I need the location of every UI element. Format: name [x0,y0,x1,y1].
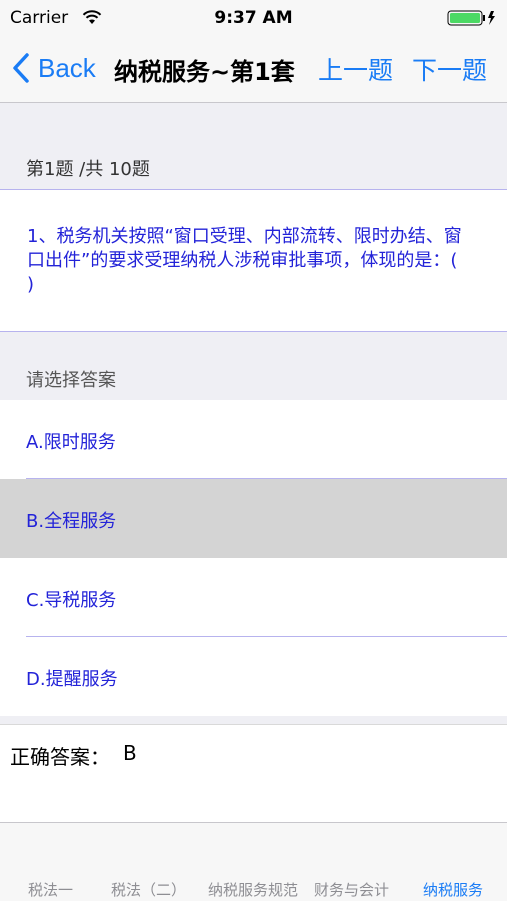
next-question-button[interactable]: 下一题 [412,51,487,87]
option-a[interactable]: A.限时服务 [0,400,507,479]
status-bar: Carrier 9:37 AM [0,0,507,36]
page-title: 纳税服务~第1套 [114,58,295,86]
answer-section-header: 请选择答案 [0,332,507,400]
tab-tax-law-1[interactable]: 税法一 [28,879,73,900]
tab-bar: 税法一 税法（二） 纳税服务规范 财务与会计 纳税服务 [0,822,507,901]
back-label: Back [38,52,96,83]
navigation-bar: Back 纳税服务~第1套 上一题 下一题 [0,36,507,103]
chevron-left-icon [13,53,29,83]
tab-finance-accounting[interactable]: 财务与会计 [314,879,389,900]
previous-question-button[interactable]: 上一题 [318,51,393,87]
question-progress-header: 第1题 /共 10题 [0,143,507,190]
option-label: C.导税服务 [26,590,117,611]
tab-tax-law-2[interactable]: 税法（二） [111,879,186,900]
correct-answer-value: B [123,741,137,765]
tab-service-standards[interactable]: 纳税服务规范 [208,879,298,900]
back-button[interactable]: Back [12,50,96,86]
correct-answer-panel: 正确答案： B [0,724,507,823]
tab-tax-service[interactable]: 纳税服务 [423,879,483,900]
option-d[interactable]: D.提醒服务 [0,637,507,716]
correct-answer-label: 正确答案： [10,745,110,769]
question-progress: 第1题 /共 10题 [26,159,150,180]
status-time: 9:37 AM [214,8,293,28]
battery-icon [447,10,495,26]
option-b[interactable]: B.全程服务 [0,479,507,558]
question-card: 1、税务机关按照“窗口受理、内部流转、限时办结、窗口出件”的要求受理纳税人涉税审… [0,190,507,332]
option-label: B.全程服务 [26,511,117,532]
answer-header-label: 请选择答案 [26,370,116,391]
option-c[interactable]: C.导税服务 [0,558,507,637]
option-label: A.限时服务 [26,432,116,453]
question-text: 1、税务机关按照“窗口受理、内部流转、限时办结、窗口出件”的要求受理纳税人涉税审… [27,226,482,295]
answer-options-list: A.限时服务 B.全程服务 C.导税服务 D.提醒服务 [0,400,507,716]
option-label: D.提醒服务 [26,669,118,690]
